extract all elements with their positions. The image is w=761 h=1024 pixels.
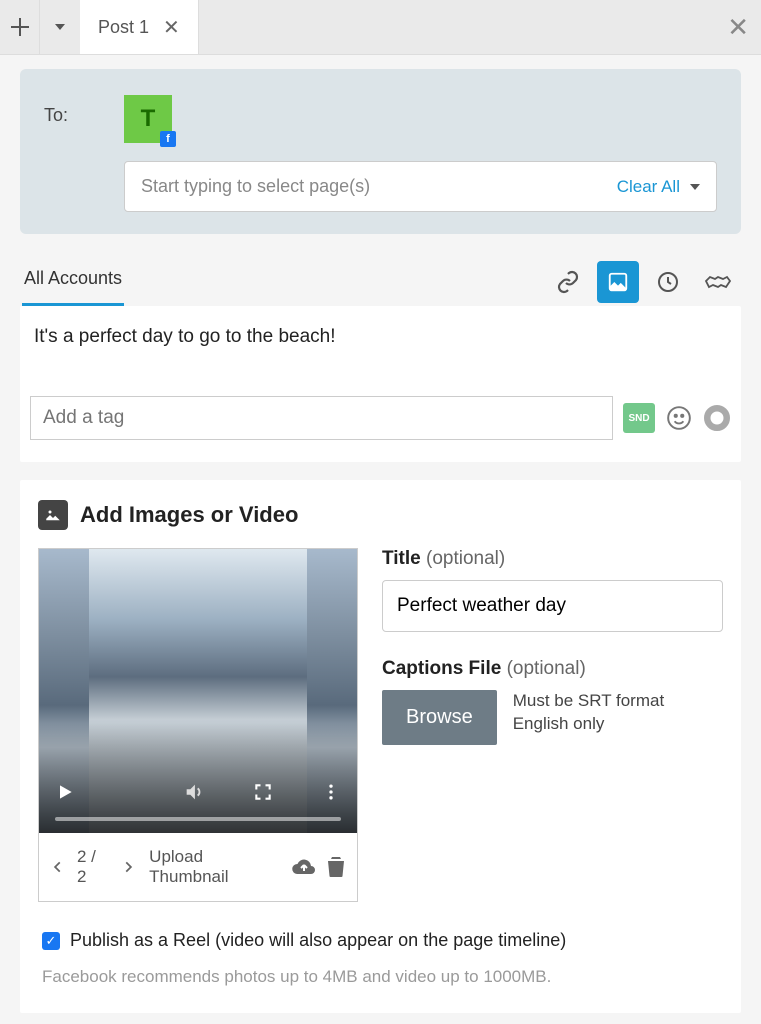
top-tab-bar: Post 1 ✕ ✕ [0, 0, 761, 55]
post-content-area: It's a perfect day to go to the beach! S… [20, 306, 741, 462]
to-section: To: T f Start typing to select page(s) C… [20, 69, 741, 234]
media-meta-column: Title (optional) Captions File (optional… [382, 548, 723, 745]
upload-thumbnail-button[interactable] [291, 857, 317, 877]
post-text[interactable]: It's a perfect day to go to the beach! [30, 326, 731, 396]
title-label: Title (optional) [382, 548, 723, 570]
caret-down-icon [55, 24, 65, 30]
play-button[interactable] [55, 782, 75, 802]
title-input[interactable] [382, 580, 723, 632]
prev-thumbnail-button[interactable] [51, 860, 65, 874]
volume-button[interactable] [183, 781, 205, 803]
video-progress-bar[interactable] [55, 817, 341, 821]
publish-reel-label: Publish as a Reel (video will also appea… [70, 930, 566, 951]
chevron-right-icon [121, 860, 135, 874]
add-tab-button[interactable] [0, 0, 40, 54]
media-section: Add Images or Video [20, 480, 741, 1013]
account-initial: T [141, 105, 156, 133]
next-thumbnail-button[interactable] [121, 860, 135, 874]
target-button[interactable] [703, 404, 731, 432]
composer-toolbar: All Accounts [0, 248, 761, 306]
play-icon [55, 782, 75, 802]
publish-reel-checkbox[interactable]: ✓ [42, 932, 60, 950]
circle-icon [704, 405, 730, 431]
page-select-placeholder: Start typing to select page(s) [141, 176, 370, 197]
volume-icon [183, 781, 205, 803]
tab-all-accounts[interactable]: All Accounts [22, 258, 124, 306]
fullscreen-button[interactable] [253, 782, 273, 802]
emoji-button[interactable] [665, 404, 693, 432]
tab-post-1[interactable]: Post 1 ✕ [80, 0, 199, 54]
tag-input[interactable] [30, 396, 613, 440]
plus-icon [11, 18, 29, 36]
fullscreen-icon [253, 782, 273, 802]
snd-badge[interactable]: SND [623, 403, 655, 433]
page-select-input[interactable]: Start typing to select page(s) Clear All [124, 161, 717, 212]
smile-icon [666, 405, 692, 431]
thumbnail-counter: 2 / 2 [77, 847, 109, 887]
tab-label: Post 1 [98, 17, 149, 38]
media-heading: Add Images or Video [38, 500, 723, 530]
captions-label: Captions File (optional) [382, 658, 723, 680]
trash-icon [327, 857, 345, 877]
video-preview[interactable] [39, 549, 357, 833]
more-button[interactable] [321, 782, 341, 802]
image-tool-button[interactable] [597, 261, 639, 303]
clock-icon [656, 270, 680, 294]
upload-size-hint: Facebook recommends photos up to 4MB and… [42, 967, 723, 987]
facebook-badge-icon: f [160, 131, 176, 147]
link-icon [556, 270, 580, 294]
to-label: To: [44, 95, 102, 126]
close-composer-button[interactable]: ✕ [727, 12, 749, 43]
thumbnail-bar: 2 / 2 Upload Thumbnail [39, 833, 357, 901]
video-preview-box: 2 / 2 Upload Thumbnail [38, 548, 358, 902]
delete-media-button[interactable] [327, 857, 345, 877]
schedule-tool-button[interactable] [647, 261, 689, 303]
cloud-upload-icon [291, 857, 317, 877]
publish-reel-row[interactable]: ✓ Publish as a Reel (video will also app… [42, 930, 723, 951]
browse-button[interactable]: Browse [382, 690, 497, 745]
clear-all-button[interactable]: Clear All [617, 177, 700, 197]
tab-close-button[interactable]: ✕ [163, 15, 180, 40]
link-tool-button[interactable] [547, 261, 589, 303]
chevron-left-icon [51, 860, 65, 874]
account-avatar[interactable]: T f [124, 95, 172, 143]
caret-down-icon [690, 184, 700, 190]
upload-thumbnail-label[interactable]: Upload Thumbnail [149, 847, 283, 887]
image-icon [38, 500, 68, 530]
more-vertical-icon [321, 782, 341, 802]
handshake-icon [704, 271, 732, 293]
image-icon [607, 271, 629, 293]
tab-dropdown-button[interactable] [40, 0, 80, 54]
handshake-tool-button[interactable] [697, 261, 739, 303]
captions-hint: Must be SRT format English only [513, 690, 664, 736]
